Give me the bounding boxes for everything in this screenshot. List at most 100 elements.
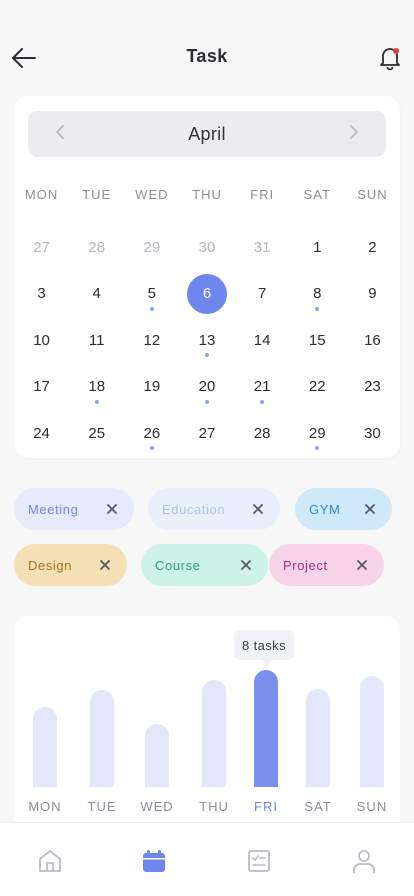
bar-column-wed[interactable]: [145, 670, 169, 787]
calendar-day[interactable]: 9: [345, 271, 400, 318]
day-number: 20: [198, 378, 216, 396]
calendar-day[interactable]: 29: [290, 410, 345, 457]
calendar-day[interactable]: 21: [235, 364, 290, 411]
calendar-day[interactable]: 2: [345, 224, 400, 271]
chart-bar: [145, 724, 169, 787]
tasks-icon: [248, 850, 270, 872]
calendar-day[interactable]: 16: [345, 317, 400, 364]
x-tick-label: FRI: [254, 799, 278, 814]
day-number: 6: [186, 273, 227, 314]
chip-course[interactable]: Course: [141, 544, 268, 586]
calendar-days: 27 28 29 30 31 1 2 3 4 5 6 7 8 9 10 11 12 13 14 15 16 17 18 19 2…: [14, 224, 400, 457]
day-number: 17: [33, 378, 50, 396]
tab-profile[interactable]: [350, 847, 378, 875]
weekday-sat: SAT: [303, 187, 331, 202]
day-number: 30: [198, 238, 216, 256]
calendar-day[interactable]: 31: [235, 224, 290, 271]
chip-design[interactable]: Design: [14, 544, 127, 586]
day-number: 31: [253, 238, 271, 256]
close-icon[interactable]: [238, 557, 254, 573]
calendar-day[interactable]: 27: [14, 224, 69, 271]
calendar-day[interactable]: 23: [345, 364, 400, 411]
calendar-day[interactable]: 1: [290, 224, 345, 271]
calendar-day[interactable]: 4: [69, 271, 124, 318]
chip-meeting[interactable]: Meeting: [14, 488, 134, 530]
chip-gym[interactable]: GYM: [295, 488, 392, 530]
event-dot: [315, 446, 320, 450]
calendar-day[interactable]: 12: [124, 317, 179, 364]
close-icon[interactable]: [354, 557, 370, 573]
bar-column-thu[interactable]: [202, 670, 226, 787]
event-dot: [260, 399, 265, 404]
tab-tasks[interactable]: [245, 847, 273, 875]
day-number: 23: [364, 378, 381, 396]
profile-icon: [353, 850, 375, 873]
chevron-right-icon: [350, 124, 358, 139]
bar-column-tue[interactable]: [90, 670, 114, 787]
calendar-day-selected[interactable]: 6: [179, 271, 234, 318]
chart-bar: [360, 676, 384, 787]
day-number: 29: [308, 424, 326, 442]
notifications-button[interactable]: [376, 44, 404, 72]
calendar-day[interactable]: 28: [235, 410, 290, 457]
calendar-day[interactable]: 14: [235, 317, 290, 364]
calendar-day[interactable]: 22: [290, 364, 345, 411]
prev-month-button[interactable]: [52, 124, 68, 145]
close-icon[interactable]: [104, 501, 120, 517]
day-number: 18: [88, 378, 106, 396]
chart-bars: MON TUE WED THU FRI SAT SUN: [14, 616, 400, 836]
x-tick-label: THU: [199, 799, 229, 814]
close-icon[interactable]: [250, 501, 266, 517]
day-number: 11: [88, 331, 105, 349]
day-number: 27: [33, 238, 50, 256]
next-month-button[interactable]: [346, 124, 362, 145]
tab-calendar[interactable]: [140, 847, 168, 875]
bar-column-mon[interactable]: [33, 670, 57, 787]
bar-column-sat[interactable]: [306, 670, 330, 787]
calendar-day[interactable]: 10: [14, 317, 69, 364]
bar-column-fri[interactable]: [254, 670, 278, 787]
chip-project[interactable]: Project: [269, 544, 384, 586]
calendar-day[interactable]: 5: [124, 271, 179, 318]
event-dot: [94, 399, 99, 404]
calendar-day[interactable]: 25: [69, 410, 124, 457]
event-dot: [149, 446, 154, 450]
calendar-day[interactable]: 11: [69, 317, 124, 364]
weekday-fri: FRI: [250, 187, 275, 202]
calendar-day[interactable]: 20: [179, 364, 234, 411]
calendar-day[interactable]: 26: [124, 410, 179, 457]
calendar-day[interactable]: 29: [124, 224, 179, 271]
close-icon[interactable]: [362, 501, 378, 517]
event-dot: [149, 306, 154, 311]
calendar-day[interactable]: 3: [14, 271, 69, 318]
weekday-thu: THU: [192, 187, 222, 202]
close-icon[interactable]: [97, 557, 113, 573]
bar-column-sun[interactable]: [360, 670, 384, 787]
day-number: 24: [33, 424, 50, 442]
calendar-day[interactable]: 19: [124, 364, 179, 411]
calendar-day[interactable]: 27: [179, 410, 234, 457]
header: Task: [0, 0, 414, 96]
month-selector: April: [28, 111, 386, 157]
tab-home[interactable]: [36, 847, 64, 875]
x-tick-label: SUN: [356, 799, 388, 814]
calendar-day[interactable]: 18: [69, 364, 124, 411]
calendar-day[interactable]: 15: [290, 317, 345, 364]
day-number: 28: [88, 238, 106, 256]
calendar-day[interactable]: 17: [14, 364, 69, 411]
chip-education[interactable]: Education: [148, 488, 280, 530]
day-number: 27: [198, 424, 216, 442]
calendar-day[interactable]: 8: [290, 271, 345, 318]
chart-bar: [306, 689, 330, 787]
calendar-day[interactable]: 28: [69, 224, 124, 271]
calendar-day[interactable]: 30: [345, 410, 400, 457]
home-icon: [39, 850, 61, 872]
day-number: 1: [313, 238, 322, 256]
calendar-day[interactable]: 7: [235, 271, 290, 318]
day-number: 28: [253, 424, 271, 442]
calendar-day[interactable]: 30: [179, 224, 234, 271]
day-number: 14: [253, 331, 271, 349]
calendar-day[interactable]: 13: [179, 317, 234, 364]
calendar-day[interactable]: 24: [14, 410, 69, 457]
day-number: 3: [37, 285, 46, 303]
